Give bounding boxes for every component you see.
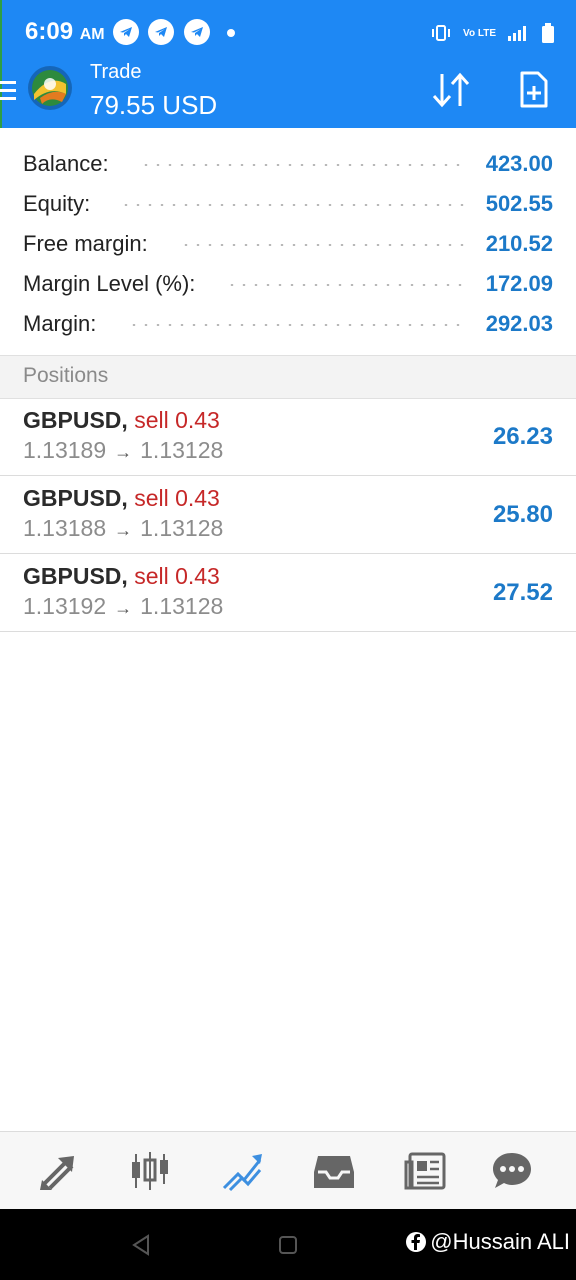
summary-value: 292.03: [485, 311, 553, 336]
position-side: sell 0.43: [134, 563, 220, 589]
summary-value: 172.09: [485, 271, 553, 296]
account-summary: Balance: 423.00 Equity: 502.55 Free marg…: [0, 128, 576, 354]
position-symbol: GBPUSD,: [23, 485, 128, 511]
position-title: GBPUSD, sell 0.43: [23, 485, 220, 512]
header-title: Trade: [90, 61, 142, 83]
hamburger-menu-icon[interactable]: [0, 80, 18, 102]
metatrader-logo-icon: [28, 66, 72, 110]
position-side: sell 0.43: [134, 485, 220, 511]
summary-label: Margin:: [23, 311, 97, 336]
positions-heading: Positions: [23, 364, 109, 387]
position-row[interactable]: GBPUSD, sell 0.43 1.13192 → 1.13128 27.52: [0, 553, 576, 632]
status-time: 6:09 AM: [25, 18, 105, 46]
summary-label: Margin Level (%):: [23, 271, 196, 296]
new-order-icon[interactable]: [514, 70, 554, 110]
telegram-notification-icon: [113, 19, 139, 45]
summary-row-free-margin: Free margin: 210.52: [0, 222, 576, 262]
home-icon[interactable]: [278, 1235, 298, 1255]
quotes-icon[interactable]: [36, 1150, 80, 1192]
summary-row-equity: Equity: 502.55: [0, 182, 576, 222]
position-profit: 27.52: [492, 579, 553, 606]
leader-dots: [180, 244, 466, 246]
watermark: @Hussain ALI: [406, 1229, 570, 1255]
status-time-ampm: AM: [79, 26, 105, 43]
trade-icon[interactable]: [220, 1150, 264, 1192]
summary-value: 502.55: [485, 191, 553, 216]
leader-dots: [226, 284, 466, 286]
header-amount: 79.55 USD: [90, 90, 218, 120]
summary-label: Balance:: [23, 151, 109, 176]
positions-section-header: Positions: [0, 355, 576, 399]
position-symbol: GBPUSD,: [23, 407, 128, 433]
summary-row-margin-level: Margin Level (%): 172.09: [0, 262, 576, 302]
leader-dots: [128, 324, 466, 326]
position-row[interactable]: GBPUSD, sell 0.43 1.13188 → 1.13128 25.80: [0, 475, 576, 554]
summary-value: 210.52: [485, 231, 553, 256]
position-side: sell 0.43: [134, 407, 220, 433]
bottom-navigation: [0, 1131, 576, 1210]
open-price: 1.13188: [23, 515, 107, 541]
summary-value: 423.00: [485, 151, 553, 176]
telegram-notification-icon: [184, 19, 210, 45]
status-icons: Vo LTE: [429, 22, 554, 44]
position-symbol: GBPUSD,: [23, 563, 128, 589]
price-arrow: →: [114, 520, 133, 540]
status-time-value: 6:09: [25, 18, 74, 45]
telegram-notification-icon: [148, 19, 174, 45]
position-profit: 26.23: [492, 423, 553, 450]
app-header: 6:09 AM Vo LTE Trade 79.55 USD: [0, 0, 576, 128]
back-icon[interactable]: [130, 1233, 152, 1257]
position-profit: 25.80: [492, 501, 553, 528]
status-bar: 6:09 AM Vo LTE: [0, 0, 576, 64]
messages-icon[interactable]: [490, 1150, 534, 1192]
summary-label: Free margin:: [23, 231, 148, 256]
price-arrow: →: [114, 598, 133, 618]
system-navigation-bar: @Hussain ALI: [0, 1209, 576, 1280]
position-title: GBPUSD, sell 0.43: [23, 407, 220, 434]
position-row[interactable]: GBPUSD, sell 0.43 1.13189 → 1.13128 26.23: [0, 397, 576, 476]
chart-icon[interactable]: [128, 1150, 172, 1192]
position-prices: 1.13189 → 1.13128: [23, 437, 223, 464]
facebook-icon: [406, 1232, 427, 1252]
sort-icon[interactable]: [428, 70, 474, 110]
leader-dots: [120, 204, 466, 206]
current-price: 1.13128: [140, 593, 224, 619]
position-prices: 1.13192 → 1.13128: [23, 593, 223, 620]
network-type-label: Vo LTE: [463, 27, 496, 39]
battery-icon: [542, 23, 554, 43]
news-icon[interactable]: [404, 1150, 448, 1192]
summary-row-balance: Balance: 423.00: [0, 142, 576, 182]
signal-icon: [508, 26, 526, 41]
summary-label: Equity:: [23, 191, 91, 216]
current-price: 1.13128: [140, 437, 224, 463]
history-icon[interactable]: [312, 1150, 356, 1192]
more-notifications-dot: [227, 29, 235, 37]
price-arrow: →: [114, 442, 133, 462]
vibrate-icon: [432, 25, 451, 41]
position-prices: 1.13188 → 1.13128: [23, 515, 223, 542]
open-price: 1.13189: [23, 437, 107, 463]
position-title: GBPUSD, sell 0.43: [23, 563, 220, 590]
summary-row-margin: Margin: 292.03: [0, 302, 576, 342]
watermark-text: @Hussain ALI: [430, 1229, 570, 1254]
open-price: 1.13192: [23, 593, 107, 619]
current-price: 1.13128: [140, 515, 224, 541]
leader-dots: [140, 164, 468, 166]
